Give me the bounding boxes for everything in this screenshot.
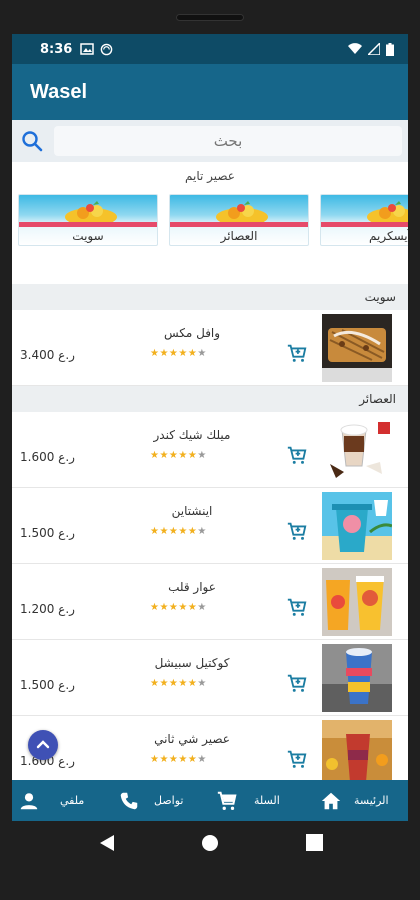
nav-home[interactable]: الرئيسة (320, 780, 389, 821)
back-icon[interactable] (98, 833, 116, 853)
cocktail-image (322, 644, 392, 712)
search-bar (12, 120, 408, 162)
nav-cart[interactable]: السلة (216, 780, 280, 821)
category-card[interactable]: العصائر (169, 194, 309, 246)
rating-stars: ★★★★★★ (150, 602, 207, 613)
add-to-cart-icon[interactable] (286, 520, 308, 542)
add-to-cart-icon[interactable] (286, 342, 308, 364)
product-row[interactable]: كوكتيل سبيشل ★★★★★★ 1.500 ر.ع (12, 640, 408, 716)
category-label: آيسكريم (369, 229, 408, 243)
product-row[interactable]: وافل مكس ★★★★★★ 3.400 ر.ع (12, 310, 408, 386)
product-row[interactable]: اينشتاين ★★★★★★ 1.500 ر.ع (12, 488, 408, 564)
status-bar: 8:36 (12, 34, 408, 64)
nav-profile-label: ملفي (60, 794, 85, 807)
category-card[interactable]: آيسكريم (320, 194, 408, 246)
nav-profile[interactable]: ملفي (18, 780, 84, 821)
app-title: Wasel (30, 80, 88, 103)
bottom-navigation: ملفي تواصل السلة الرئيسة (12, 780, 408, 821)
product-name: اينشتاين (171, 504, 213, 518)
device-speaker (176, 14, 244, 21)
gallery-notification-icon (80, 43, 95, 55)
system-navigation-bar (0, 821, 420, 900)
main-content[interactable]: عصير تايم سويت العصائر آيسكريم (12, 120, 408, 802)
rating-stars: ★★★★★★ (150, 348, 207, 359)
nav-contact[interactable]: تواصل (118, 780, 183, 821)
milkshake-image (322, 416, 392, 484)
search-icon[interactable] (20, 129, 44, 153)
person-icon (20, 792, 38, 809)
product-row[interactable]: ميلك شيك كندر ★★★★★★ 1.600 ر.ع (12, 412, 408, 488)
add-to-cart-icon[interactable] (286, 748, 308, 770)
nav-home-label: الرئيسة (354, 794, 389, 807)
device-frame: 8:36 Wasel عصير تايم (0, 0, 420, 900)
add-to-cart-icon[interactable] (286, 672, 308, 694)
wifi-icon (348, 43, 362, 54)
product-name: ميلك شيك كندر (153, 428, 231, 442)
screen: 8:36 Wasel عصير تايم (12, 34, 408, 821)
product-name: وافل مكس (163, 326, 221, 340)
rating-stars: ★★★★★★ (150, 754, 207, 765)
add-to-cart-icon[interactable] (286, 444, 308, 466)
app-bar: Wasel (12, 64, 408, 120)
product-name: كوكتيل سبيشل (154, 656, 230, 670)
waffle-image (322, 314, 392, 382)
signal-icon (368, 43, 380, 55)
juice-cups-image (322, 568, 392, 636)
rating-stars: ★★★★★★ (150, 526, 207, 537)
rating-stars: ★★★★★★ (150, 450, 207, 461)
product-price: 1.200 ر.ع (20, 602, 75, 616)
status-time: 8:36 (40, 41, 73, 57)
home-button-icon[interactable] (201, 834, 219, 852)
nav-cart-label: السلة (254, 794, 280, 807)
scroll-to-top-button[interactable] (28, 730, 58, 760)
phone-icon (120, 792, 138, 809)
product-price: 1.600 ر.ع (20, 450, 75, 464)
categories-header: عصير تايم (185, 169, 235, 183)
product-name: عصير شي ثاني (154, 732, 230, 746)
product-price: 3.400 ر.ع (20, 348, 75, 362)
category-label: سويت (72, 229, 104, 243)
cart-icon (217, 791, 237, 810)
nav-contact-label: تواصل (154, 794, 184, 807)
category-card[interactable]: سويت (18, 194, 158, 246)
juice-image (322, 492, 392, 560)
battery-icon (386, 42, 394, 56)
add-to-cart-icon[interactable] (286, 596, 308, 618)
product-price: 1.500 ر.ع (20, 526, 75, 540)
search-input[interactable] (54, 126, 402, 156)
home-icon (321, 792, 341, 809)
section-header: سويت (12, 284, 408, 310)
section-header: العصائر (12, 386, 408, 412)
juice-shop-image (322, 720, 392, 788)
product-price: 1.500 ر.ع (20, 678, 75, 692)
product-row[interactable]: عوار قلب ★★★★★★ 1.200 ر.ع (12, 564, 408, 640)
sync-notification-icon (101, 43, 113, 55)
category-label: العصائر (220, 229, 258, 243)
rating-stars: ★★★★★★ (150, 678, 207, 689)
recents-icon[interactable] (306, 834, 323, 851)
chevron-up-icon (36, 740, 50, 749)
product-name: عوار قلب (168, 580, 216, 594)
category-carousel[interactable]: سويت العصائر آيسكريم (12, 194, 408, 248)
